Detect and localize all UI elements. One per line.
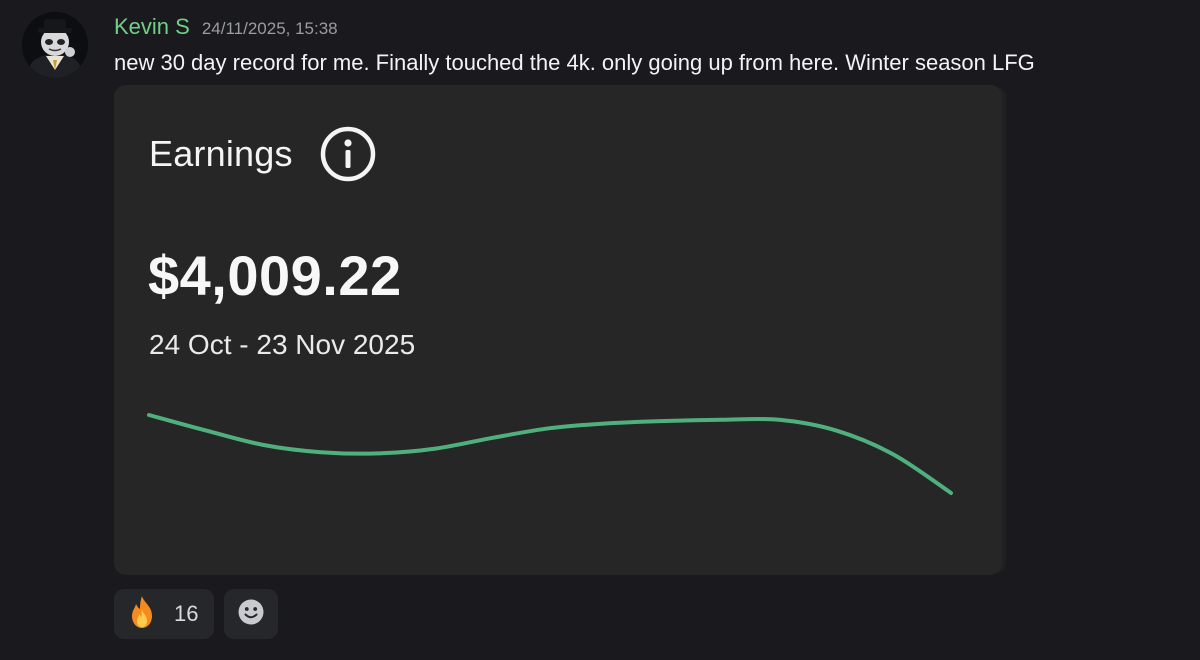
avatar[interactable] — [22, 12, 88, 78]
reaction-count: 16 — [174, 601, 199, 626]
earnings-series-line — [147, 413, 953, 495]
smiley-icon — [237, 598, 265, 631]
add-reaction-button[interactable] — [224, 589, 278, 639]
reactions-bar: 16 — [114, 589, 278, 639]
earnings-line-chart — [147, 413, 953, 495]
earnings-card-image[interactable]: Earnings $4,009.22 24 Oct - 23 Nov 2025 — [114, 85, 1002, 575]
fire-emoji-icon — [124, 594, 160, 635]
avatar-image — [22, 12, 88, 78]
username[interactable]: Kevin S — [114, 14, 190, 40]
reaction-fire[interactable]: 16 — [114, 589, 214, 639]
timestamp: 24/11/2025, 15:38 — [201, 19, 338, 38]
message-text: new 30 day record for me. Finally touche… — [114, 50, 1035, 75]
message-header: Kevin S 24/11/2025, 15:38 — [114, 14, 338, 44]
chat-message: Kevin S 24/11/2025, 15:38 new 30 day rec… — [0, 0, 1200, 660]
